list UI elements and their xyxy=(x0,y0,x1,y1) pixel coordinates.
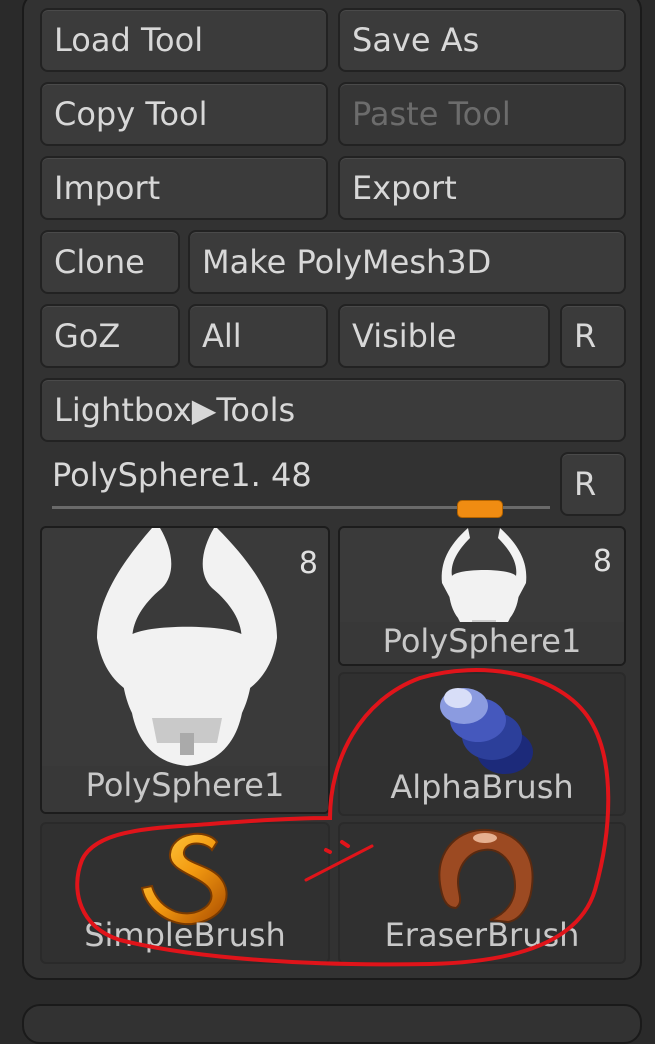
tool-slider-thumb[interactable] xyxy=(457,500,504,518)
tool-thumb-polysphere1-large[interactable]: 8 PolySphere1 xyxy=(40,526,330,814)
tool-name-label: AlphaBrush xyxy=(390,767,574,806)
tool-thumb-eraserbrush[interactable]: EraserBrush xyxy=(338,822,626,964)
lightbox-tools-button[interactable]: Lightbox▶Tools xyxy=(40,378,626,442)
export-button[interactable]: Export xyxy=(338,156,626,220)
tool-count-badge: 8 xyxy=(592,544,612,579)
tool-thumb-alphabrush[interactable]: AlphaBrush xyxy=(338,672,626,816)
save-as-button[interactable]: Save As xyxy=(338,8,626,72)
next-palette-edge xyxy=(22,1004,642,1044)
make-polymesh3d-button[interactable]: Make PolyMesh3D xyxy=(188,230,626,294)
goz-button[interactable]: GoZ xyxy=(40,304,180,368)
tool-name-label: EraserBrush xyxy=(384,915,580,954)
import-button[interactable]: Import xyxy=(40,156,328,220)
tool-slider-label: PolySphere1. 48 xyxy=(52,456,312,494)
goz-visible-button[interactable]: Visible xyxy=(338,304,550,368)
goz-r-button[interactable]: R xyxy=(560,304,626,368)
paste-tool-button[interactable]: Paste Tool xyxy=(338,82,626,146)
tool-name-label: PolySphere1 xyxy=(42,765,328,812)
slider-r-button[interactable]: R xyxy=(560,452,626,516)
tool-name-label: PolySphere1 xyxy=(340,621,624,664)
tool-thumb-polysphere1-small[interactable]: 8 PolySphere1 xyxy=(338,526,626,666)
load-tool-button[interactable]: Load Tool xyxy=(40,8,328,72)
horned-mask-icon xyxy=(97,528,277,766)
tool-thumb-simplebrush[interactable]: SimpleBrush xyxy=(40,822,330,964)
clone-button[interactable]: Clone xyxy=(40,230,180,294)
copy-tool-button[interactable]: Copy Tool xyxy=(40,82,328,146)
tool-count-badge: 8 xyxy=(298,546,318,581)
tool-name-label: SimpleBrush xyxy=(84,915,286,954)
goz-all-button[interactable]: All xyxy=(188,304,328,368)
